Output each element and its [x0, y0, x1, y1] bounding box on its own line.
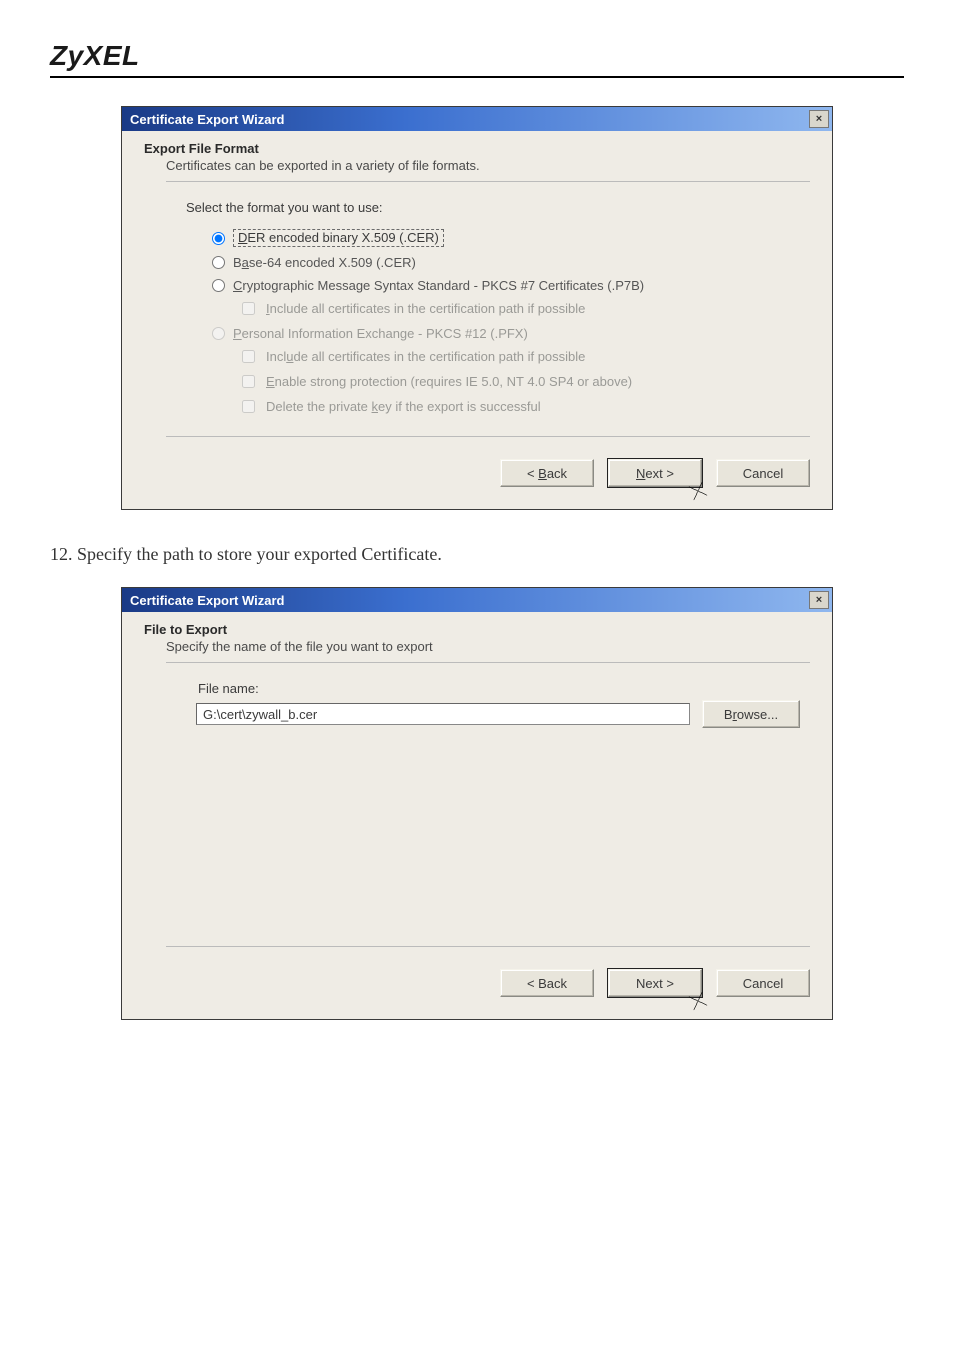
dialog-title: Certificate Export Wizard: [130, 112, 284, 127]
separator: [166, 181, 810, 182]
checkbox-p7b-include-post: nclude all certificates in the certifica…: [270, 301, 586, 316]
checkbox-p7b-include-input: [242, 302, 255, 315]
radio-p7b[interactable]: Cryptographic Message Syntax Standard - …: [212, 278, 800, 293]
checkbox-pfx-strong-post: nable strong protection (requires IE 5.0…: [275, 374, 632, 389]
radio-der[interactable]: DER encoded binary X.509 (.CER): [212, 229, 800, 247]
browse-button-post: owse...: [737, 707, 778, 722]
next-button-hotkey: N: [636, 466, 645, 481]
next-button[interactable]: Next >: [608, 459, 702, 487]
step-12-text: 12. Specify the path to store your expor…: [50, 544, 904, 565]
brand-rule: [50, 76, 904, 78]
file-name-input[interactable]: [196, 703, 690, 725]
radio-pfx-label-post: ersonal Information Exchange - PKCS #12 …: [242, 326, 528, 341]
checkbox-pfx-include-post: de all certificates in the certification…: [293, 349, 585, 364]
close-button[interactable]: ×: [809, 110, 829, 128]
next-button-post: ext >: [645, 466, 674, 481]
checkbox-pfx-include-input: [242, 350, 255, 363]
radio-p7b-label-post: ryptographic Message Syntax Standard - P…: [242, 278, 644, 293]
checkbox-pfx-delkey-pre: Delete the private: [266, 399, 372, 414]
radio-der-hotkey: D: [238, 230, 247, 245]
back-button[interactable]: < Back: [500, 459, 594, 487]
brand-logo: ZyXEL: [50, 40, 904, 72]
cancel-button[interactable]: Cancel: [716, 969, 810, 997]
format-prompt: Select the format you want to use:: [186, 200, 800, 215]
separator-bottom: [166, 946, 810, 947]
checkbox-pfx-delkey-input: [242, 400, 255, 413]
titlebar: Certificate Export Wizard ×: [122, 588, 832, 612]
file-name-label: File name:: [198, 681, 800, 696]
radio-der-label-post: ER encoded binary X.509 (.CER): [247, 230, 438, 245]
radio-p7b-hotkey: C: [233, 278, 242, 293]
checkbox-pfx-strong-hotkey: E: [266, 374, 275, 389]
radio-base64[interactable]: Base-64 encoded X.509 (.CER): [212, 255, 800, 270]
radio-pfx-hotkey: P: [233, 326, 242, 341]
radio-p7b-input[interactable]: [212, 279, 225, 292]
back-button-post: ack: [547, 466, 567, 481]
checkbox-pfx-strong: Enable strong protection (requires IE 5.…: [238, 372, 800, 391]
browse-button[interactable]: Browse...: [702, 700, 800, 728]
separator: [166, 662, 810, 663]
checkbox-pfx-strong-input: [242, 375, 255, 388]
radio-base64-label-pre: B: [233, 255, 242, 270]
checkbox-pfx-delkey: Delete the private key if the export is …: [238, 397, 800, 416]
radio-base64-hotkey: a: [242, 255, 249, 270]
section-subheading: Certificates can be exported in a variet…: [166, 158, 810, 173]
checkbox-pfx-delkey-post: ey if the export is successful: [378, 399, 541, 414]
radio-pfx-input: [212, 327, 225, 340]
checkbox-pfx-include-pre: Incl: [266, 349, 286, 364]
radio-der-input[interactable]: [212, 232, 225, 245]
separator-bottom: [166, 436, 810, 437]
dialog-export-format: Certificate Export Wizard × Export File …: [121, 106, 833, 510]
close-button[interactable]: ×: [809, 591, 829, 609]
section-subheading: Specify the name of the file you want to…: [166, 639, 810, 654]
titlebar: Certificate Export Wizard ×: [122, 107, 832, 131]
browse-button-pre: B: [724, 707, 733, 722]
dialog-title: Certificate Export Wizard: [130, 593, 284, 608]
cancel-button[interactable]: Cancel: [716, 459, 810, 487]
back-button[interactable]: < Back: [500, 969, 594, 997]
radio-base64-label-post: se-64 encoded X.509 (.CER): [249, 255, 416, 270]
checkbox-p7b-include: Include all certificates in the certific…: [238, 299, 800, 318]
back-button-hotkey: B: [538, 466, 547, 481]
dialog-file-to-export: Certificate Export Wizard × File to Expo…: [121, 587, 833, 1020]
next-button[interactable]: Next >: [608, 969, 702, 997]
radio-base64-input[interactable]: [212, 256, 225, 269]
back-button-pre: <: [527, 466, 538, 481]
checkbox-pfx-include: Include all certificates in the certific…: [238, 347, 800, 366]
section-heading: Export File Format: [144, 141, 810, 156]
section-heading: File to Export: [144, 622, 810, 637]
radio-pfx: Personal Information Exchange - PKCS #12…: [212, 326, 800, 341]
